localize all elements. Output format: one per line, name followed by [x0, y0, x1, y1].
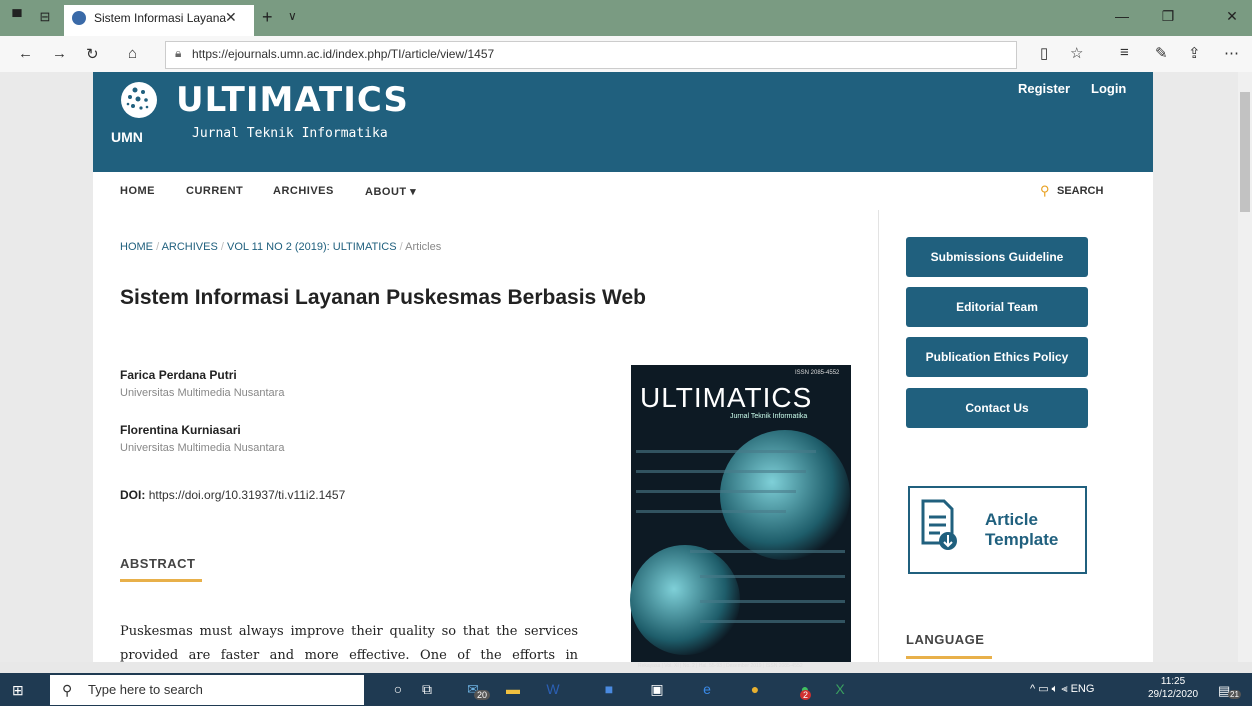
excel-icon[interactable]: X — [825, 681, 855, 697]
mail-badge: 20 — [474, 690, 491, 700]
clock-date: 29/12/2020 — [1148, 689, 1199, 700]
article-template-line: Article — [985, 510, 1038, 529]
taskbar-clock[interactable]: 11:25 29/12/2020 — [1148, 675, 1198, 701]
sidebar-divider — [878, 210, 879, 662]
cover-subtitle: Jurnal Teknik Informatika — [730, 413, 808, 420]
tab-close-icon[interactable]: ✕ — [225, 9, 237, 26]
word-icon[interactable]: W — [538, 681, 568, 697]
site-subtitle: Jurnal Teknik Informatika — [192, 126, 388, 141]
scrollbar-thumb[interactable] — [1240, 92, 1250, 212]
window-menu-icon[interactable]: ▀ — [10, 10, 24, 24]
cover-text-line — [700, 600, 845, 603]
cover-text-line — [690, 550, 845, 553]
author-affiliation: Universitas Multimedia Nusantara — [120, 387, 285, 399]
zoom-icon[interactable]: ■ — [594, 681, 624, 697]
author-name: Florentina Kurniasari — [120, 423, 241, 437]
more-icon[interactable]: ⋯ — [1224, 44, 1239, 62]
minimize-icon[interactable]: — — [1102, 8, 1142, 24]
store-icon[interactable]: ▣ — [642, 681, 672, 698]
article-template-line: Template — [985, 530, 1059, 549]
main-nav — [93, 172, 1153, 211]
breadcrumb-home[interactable]: HOME — [120, 241, 153, 253]
editorial-team-button[interactable]: Editorial Team — [906, 287, 1088, 327]
nav-about[interactable]: ABOUT ▾ — [365, 185, 416, 198]
author-name: Farica Perdana Putri — [120, 368, 237, 382]
lock-icon: 🔒︎ — [175, 46, 182, 60]
notification-badge: 21 — [1228, 690, 1241, 699]
language-underline — [906, 656, 992, 659]
clock-time: 11:25 — [1160, 676, 1186, 687]
reading-view-icon[interactable]: ▯ — [1040, 44, 1048, 62]
chrome-icon[interactable]: ● — [740, 681, 770, 697]
restore-icon[interactable]: ❐ — [1148, 8, 1188, 25]
search-icon: ⚲ — [62, 682, 73, 698]
article-title: Sistem Informasi Layanan Puskesmas Berba… — [120, 286, 647, 309]
nav-archives[interactable]: ARCHIVES — [273, 185, 334, 197]
document-download-icon — [921, 499, 957, 550]
nav-current[interactable]: CURRENT — [186, 185, 243, 197]
cover-issn: ISSN 2085-4552 — [795, 370, 840, 376]
breadcrumb: HOME / ARCHIVES / VOL 11 NO 2 (2019): UL… — [120, 241, 442, 253]
system-tray[interactable]: ^ ▭ 🔈︎ ⫷ ENG — [1030, 682, 1094, 696]
windows-start-icon[interactable]: ⊞ — [12, 682, 24, 699]
chevron-down-icon[interactable]: ∨ — [288, 9, 297, 23]
new-tab-icon[interactable]: + — [262, 7, 273, 28]
abstract-heading: ABSTRACT — [120, 556, 196, 571]
breadcrumb-issue[interactable]: VOL 11 NO 2 (2019): ULTIMATICS — [227, 241, 397, 253]
cover-text-line — [636, 450, 816, 453]
chrome-badge: 2 — [800, 690, 812, 700]
breadcrumb-current: Articles — [405, 241, 442, 253]
cover-text-line — [636, 490, 796, 493]
back-icon[interactable]: ← — [18, 45, 33, 62]
doi-label: DOI: — [120, 488, 146, 502]
umn-logo-icon — [121, 82, 157, 118]
cover-text-line — [700, 620, 845, 623]
language-heading: LANGUAGE — [906, 632, 985, 647]
refresh-icon[interactable]: ↻ — [86, 45, 99, 63]
submissions-guideline-button[interactable]: Submissions Guideline — [906, 237, 1088, 277]
logo-umn-text: UMN — [111, 129, 143, 145]
close-window-icon[interactable]: ✕ — [1212, 8, 1252, 25]
favorites-list-icon[interactable]: ≡ — [1120, 44, 1129, 61]
cover-text-line — [636, 470, 806, 473]
file-explorer-icon[interactable]: ▬ — [498, 681, 528, 697]
nav-home[interactable]: HOME — [120, 185, 155, 197]
tab-title: Sistem Informasi Layana — [94, 11, 227, 25]
forward-icon[interactable]: → — [52, 45, 67, 62]
edge-icon[interactable]: e — [692, 681, 722, 697]
tab-favicon-icon — [72, 11, 86, 25]
register-link[interactable]: Register — [1018, 81, 1070, 96]
search-icon[interactable]: ⚲ — [1040, 183, 1050, 199]
cortana-icon[interactable]: ○ — [383, 681, 413, 697]
content-area — [93, 210, 1153, 662]
doi: DOI: https://doi.org/10.31937/ti.v11i2.1… — [120, 488, 345, 502]
tray-language[interactable]: ENG — [1071, 683, 1095, 695]
site-title[interactable]: ULTIMATICS — [176, 80, 409, 120]
tab-actions-icon[interactable]: ⊟ — [38, 10, 52, 24]
abstract-underline — [120, 579, 202, 582]
home-icon[interactable]: ⌂ — [128, 45, 137, 62]
cover-text-line — [636, 510, 786, 513]
login-link[interactable]: Login — [1091, 81, 1126, 96]
url-text[interactable]: https://ejournals.umn.ac.id/index.php/TI… — [192, 47, 494, 61]
cover-title: ULTIMATICS — [640, 382, 813, 413]
cover-footer: Rekayasa | Vol. XI | No. 2 | Hal. 55-93 … — [638, 663, 803, 669]
taskbar-search-placeholder[interactable]: Type here to search — [88, 682, 203, 697]
contact-us-button[interactable]: Contact Us — [906, 388, 1088, 428]
article-template-label: Article Template — [985, 510, 1058, 550]
breadcrumb-archives[interactable]: ARCHIVES — [162, 241, 218, 253]
search-link[interactable]: SEARCH — [1057, 185, 1103, 197]
share-icon[interactable]: ⇪ — [1188, 44, 1201, 62]
task-view-icon[interactable]: ⧉ — [412, 681, 442, 698]
author-affiliation: Universitas Multimedia Nusantara — [120, 442, 285, 454]
publication-ethics-button[interactable]: Publication Ethics Policy — [906, 337, 1088, 377]
doi-link[interactable]: https://doi.org/10.31937/ti.v11i2.1457 — [149, 488, 346, 502]
pen-icon[interactable]: ✎ — [1155, 44, 1168, 62]
cover-text-line — [700, 575, 845, 578]
favorite-star-icon[interactable]: ☆ — [1070, 44, 1083, 62]
